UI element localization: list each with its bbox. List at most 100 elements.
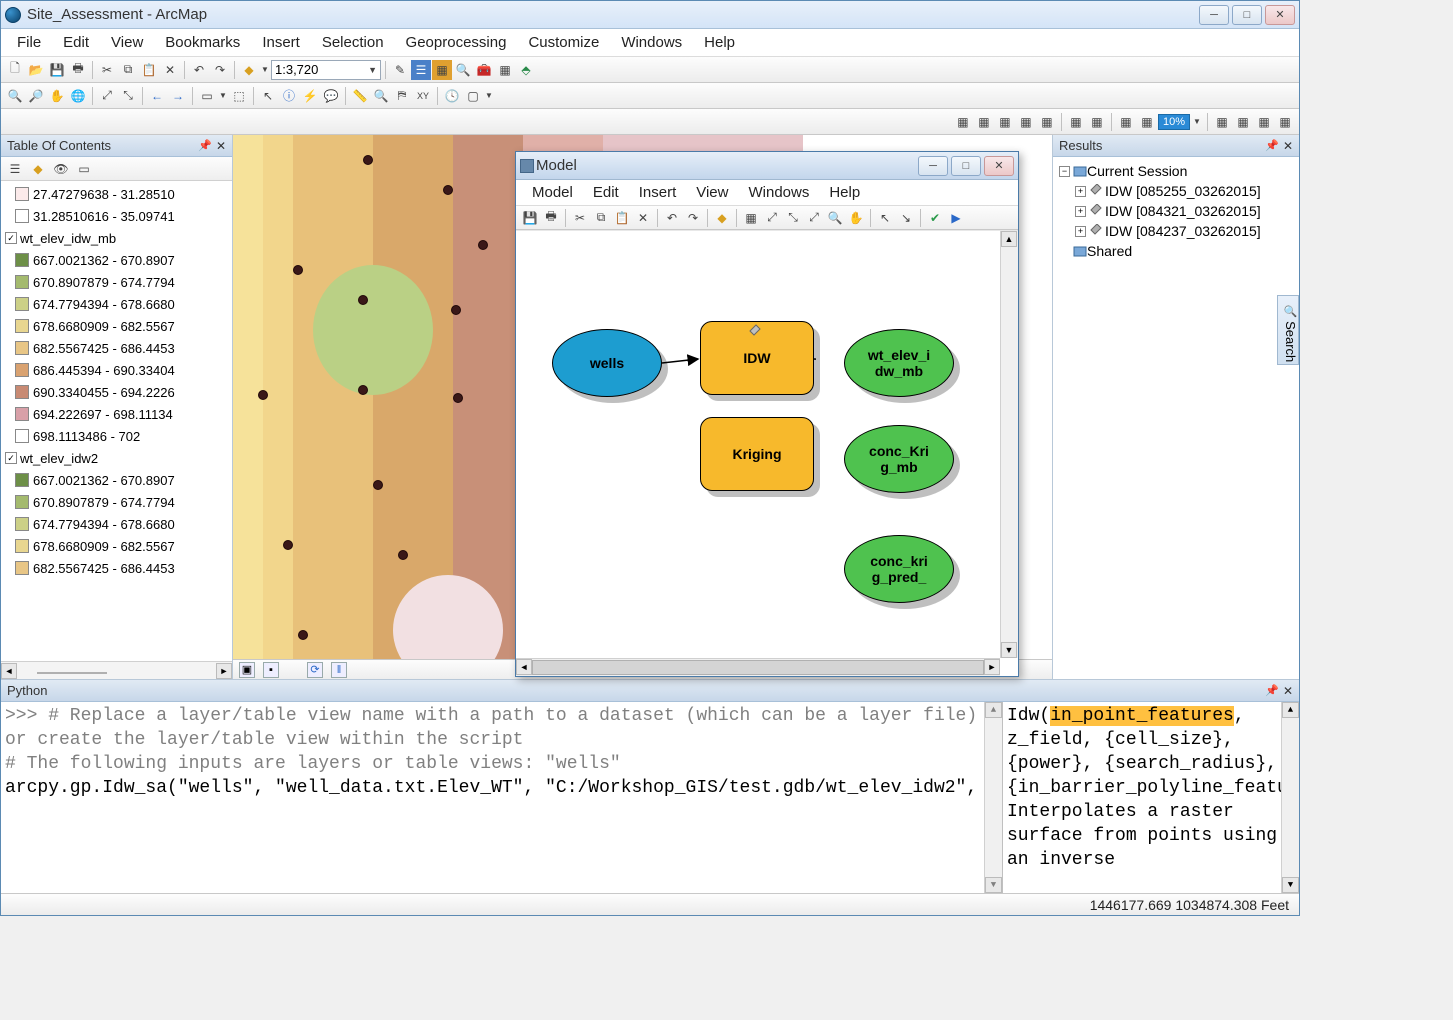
select-features-icon[interactable]: ▭ [197, 86, 217, 106]
full-extent-icon[interactable]: ⤢ [762, 208, 782, 228]
toc-class[interactable]: 27.47279638 - 31.28510 [1, 183, 232, 205]
fixed-zoom-out-icon[interactable]: ⤢ [804, 208, 824, 228]
model-menu-edit[interactable]: Edit [583, 181, 629, 204]
ia-btn-8[interactable]: ▦ [1116, 112, 1136, 132]
menu-file[interactable]: File [7, 31, 51, 54]
py-right-scrollbar[interactable]: ▲ ▼ [1281, 702, 1299, 893]
ia-btn-7[interactable]: ▦ [1087, 112, 1107, 132]
collapse-icon[interactable]: − [1059, 166, 1070, 177]
python-window-icon[interactable]: ▦ [495, 60, 515, 80]
model-cut-icon[interactable]: ✂ [570, 208, 590, 228]
model-paste-icon[interactable]: 📋 [612, 208, 632, 228]
catalog-icon[interactable]: ▦ [432, 60, 452, 80]
ia-btn-2[interactable]: ▦ [974, 112, 994, 132]
model-tool-idw[interactable]: IDW [700, 321, 814, 395]
model-output-krig[interactable]: conc_Kri g_mb [844, 425, 954, 493]
new-document-icon[interactable]: 🗋 [5, 60, 25, 80]
viewer-dropdown-icon[interactable]: ▼ [484, 86, 494, 106]
forward-extent-icon[interactable]: → [168, 86, 188, 106]
menu-help[interactable]: Help [694, 31, 745, 54]
run-model-icon[interactable]: ▶ [946, 208, 966, 228]
full-extent-icon[interactable]: 🌐 [68, 86, 88, 106]
toc-list[interactable]: 27.47279638 - 31.2851031.28510616 - 35.0… [1, 181, 232, 661]
toc-class[interactable]: 31.28510616 - 35.09741 [1, 205, 232, 227]
editor-toolbar-icon[interactable]: ✎ [390, 60, 410, 80]
model-menu-help[interactable]: Help [819, 181, 870, 204]
fixed-zoom-in-icon[interactable]: ⤢ [97, 86, 117, 106]
pause-drawing-button[interactable]: ‖ [331, 662, 347, 678]
ia-btn-12[interactable]: ▦ [1254, 112, 1274, 132]
close-panel-icon[interactable]: ✕ [1283, 139, 1293, 153]
model-menu-insert[interactable]: Insert [629, 181, 687, 204]
list-by-selection-icon[interactable]: ▭ [74, 159, 94, 179]
clear-selection-icon[interactable]: ⬚ [229, 86, 249, 106]
toolbox-icon[interactable]: 🧰 [474, 60, 494, 80]
time-slider-icon[interactable]: 🕓 [442, 86, 462, 106]
zoom-dropdown-icon[interactable]: ▼ [1191, 112, 1203, 132]
select-dropdown-icon[interactable]: ▼ [218, 86, 228, 106]
scroll-up-icon[interactable]: ▲ [1282, 702, 1299, 718]
menu-selection[interactable]: Selection [312, 31, 394, 54]
save-icon[interactable]: 💾 [47, 60, 67, 80]
checkbox[interactable]: ✓ [5, 232, 17, 244]
toc-class[interactable]: 678.6680909 - 682.5567 [1, 315, 232, 337]
model-close-button[interactable]: ✕ [984, 156, 1014, 176]
modelbuilder-icon[interactable]: ⬘ [516, 60, 536, 80]
expand-icon[interactable]: + [1075, 226, 1086, 237]
add-data-icon[interactable]: ◆ [239, 60, 259, 80]
menu-insert[interactable]: Insert [252, 31, 310, 54]
cut-icon[interactable]: ✂ [97, 60, 117, 80]
data-view-button[interactable]: ▣ [239, 662, 255, 678]
maximize-button[interactable]: □ [1232, 5, 1262, 25]
model-titlebar[interactable]: Model ─ □ ✕ [516, 152, 1018, 180]
redo-icon[interactable]: ↷ [210, 60, 230, 80]
goto-xy-icon[interactable]: XY [413, 86, 433, 106]
ia-btn-6[interactable]: ▦ [1066, 112, 1086, 132]
close-panel-icon[interactable]: ✕ [1283, 684, 1293, 698]
results-item[interactable]: + IDW [084237_03262015] [1059, 221, 1293, 241]
model-h-scrollbar[interactable]: ◄ ► [516, 658, 1000, 676]
list-by-drawing-icon[interactable]: ☰ [5, 159, 25, 179]
menu-geoprocessing[interactable]: Geoprocessing [396, 31, 517, 54]
connect-tool-icon[interactable]: ↘ [896, 208, 916, 228]
toc-class[interactable]: 674.7794394 - 678.6680 [1, 293, 232, 315]
model-redo-icon[interactable]: ↷ [683, 208, 703, 228]
model-tool-kriging[interactable]: Kriging [700, 417, 814, 491]
fixed-zoom-in-icon[interactable]: ⤡ [783, 208, 803, 228]
model-canvas[interactable]: wells IDW wt_elev_i dw_mb Kriging conc_K… [516, 230, 1018, 676]
delete-icon[interactable]: ✕ [160, 60, 180, 80]
ia-btn-13[interactable]: ▦ [1275, 112, 1295, 132]
menu-customize[interactable]: Customize [518, 31, 609, 54]
model-delete-icon[interactable]: ✕ [633, 208, 653, 228]
validate-model-icon[interactable]: ✔ [925, 208, 945, 228]
copy-icon[interactable]: ⧉ [118, 60, 138, 80]
create-viewer-icon[interactable]: ▢ [463, 86, 483, 106]
toc-class[interactable]: 667.0021362 - 670.8907 [1, 249, 232, 271]
toc-class[interactable]: 670.8907879 - 674.7794 [1, 271, 232, 293]
model-menu-model[interactable]: Model [522, 181, 583, 204]
model-node-wells[interactable]: wells [552, 329, 662, 397]
expand-icon[interactable]: + [1075, 206, 1086, 217]
ia-btn-9[interactable]: ▦ [1137, 112, 1157, 132]
model-menu-view[interactable]: View [686, 181, 738, 204]
toc-class[interactable]: 682.5567425 - 686.4453 [1, 557, 232, 579]
model-maximize-button[interactable]: □ [951, 156, 981, 176]
python-help[interactable]: Idw(in_point_features, z_field, {cell_si… [1003, 702, 1299, 893]
ia-btn-11[interactable]: ▦ [1233, 112, 1253, 132]
model-print-icon[interactable]: 🖶 [541, 208, 561, 228]
select-elements-icon[interactable]: ↖ [258, 86, 278, 106]
model-window[interactable]: Model ─ □ ✕ Model Edit Insert View Windo… [515, 151, 1019, 677]
python-console[interactable]: >>> # Replace a layer/table view name wi… [1, 702, 1003, 893]
toc-class[interactable]: 667.0021362 - 670.8907 [1, 469, 232, 491]
zoom-percent[interactable]: 10% [1158, 114, 1190, 130]
scroll-down-icon[interactable]: ▼ [1282, 877, 1299, 893]
minimize-button[interactable]: ─ [1199, 5, 1229, 25]
search-window-icon[interactable]: 🔍 [453, 60, 473, 80]
html-popup-icon[interactable]: 💬 [321, 86, 341, 106]
toc-layer[interactable]: ✓wt_elev_idw_mb [1, 227, 232, 249]
layout-view-button[interactable]: ▪ [263, 662, 279, 678]
menu-edit[interactable]: Edit [53, 31, 99, 54]
close-panel-icon[interactable]: ✕ [216, 139, 226, 153]
model-add-data-icon[interactable]: ◆ [712, 208, 732, 228]
results-item[interactable]: + IDW [084321_03262015] [1059, 201, 1293, 221]
